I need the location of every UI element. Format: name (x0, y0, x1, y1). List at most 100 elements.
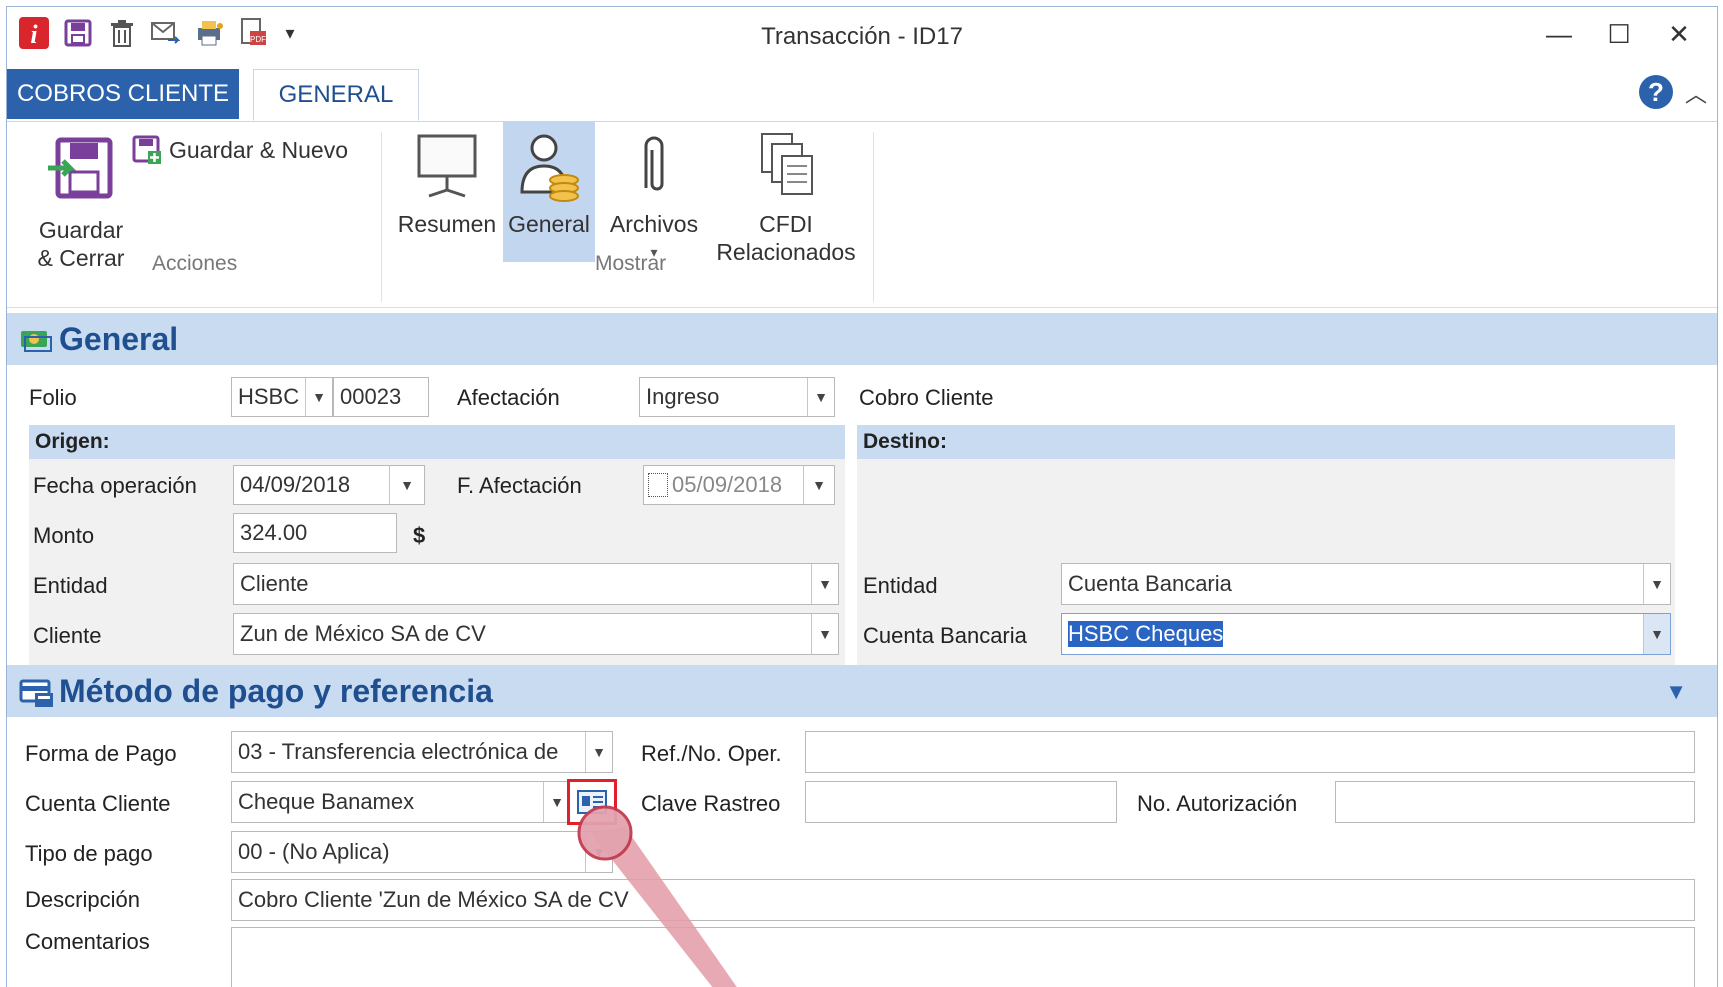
afectacion-select[interactable]: Ingreso ▼ (639, 377, 835, 417)
close-button[interactable]: ✕ (1649, 13, 1709, 55)
title-bar: i PDF ▾ Transacción - ID17 — ☐ ✕ (7, 7, 1717, 63)
origen-entidad-select[interactable]: Cliente ▼ (233, 563, 839, 605)
folio-label: Folio (29, 385, 77, 410)
tab-cobros-cliente[interactable]: COBROS CLIENTE (7, 69, 239, 119)
save-close-label-1: Guardar (38, 217, 124, 243)
collapse-ribbon-icon[interactable]: ︿ (1685, 77, 1707, 109)
documents-icon (761, 133, 813, 195)
origen-entidad-value: Cliente (240, 571, 309, 596)
folio-number-field[interactable]: 00023 (333, 377, 429, 417)
transaction-window: i PDF ▾ Transacción - ID17 — ☐ ✕ COBROS … (6, 6, 1718, 987)
comentarios-label: Comentarios (25, 929, 150, 954)
chevron-down-icon[interactable]: ▼ (305, 378, 332, 416)
monto-label: Monto (33, 523, 95, 548)
resumen-label: Resumen (397, 211, 497, 237)
chevron-down-icon[interactable]: ▼ (811, 614, 838, 654)
folio-number-value: 00023 (340, 384, 402, 409)
cfdi-label-2: Relacionados (716, 239, 856, 265)
monto-value: 324.00 (240, 520, 308, 545)
ref-no-oper-field[interactable] (805, 731, 1695, 773)
general-view-button[interactable]: General (503, 122, 595, 262)
general-section-header[interactable]: General (7, 313, 1717, 365)
chevron-down-icon[interactable]: ▼ (807, 378, 834, 416)
tipo-pago-value: 00 - (No Aplica) (238, 839, 390, 864)
afectacion-value: Ingreso (646, 384, 720, 409)
save-new-button[interactable]: Guardar & Nuevo (131, 132, 371, 168)
paperclip-icon (644, 136, 664, 191)
cuenta-bancaria-value: HSBC Cheques (1068, 621, 1224, 647)
f-afectacion-field[interactable]: 05/09/2018 ▼ (643, 465, 835, 505)
no-autorizacion-label: No. Autorización (1137, 791, 1298, 816)
fecha-operacion-value: 04/09/2018 (240, 472, 351, 497)
f-afectacion-value: 05/09/2018 (672, 472, 783, 497)
chevron-down-icon[interactable]: ▼ (811, 564, 838, 604)
maximize-button[interactable]: ☐ (1589, 13, 1649, 55)
f-afectacion-label: F. Afectación (457, 473, 582, 498)
general-view-label: General (508, 211, 590, 237)
ref-no-oper-label: Ref./No. Oper. (641, 741, 782, 766)
ribbon-tabs: COBROS CLIENTE GENERAL ? ︿ (7, 65, 1717, 122)
comentarios-textarea[interactable] (231, 927, 1695, 987)
cliente-value: Zun de México SA de CV (240, 621, 486, 646)
checkbox-icon[interactable] (648, 473, 668, 497)
cfdi-relacionados-button[interactable]: CFDI Relacionados (711, 126, 861, 265)
ribbon-separator (873, 132, 874, 302)
cliente-select[interactable]: Zun de México SA de CV ▼ (233, 613, 839, 655)
group-mostrar-label: Mostrar (595, 252, 667, 275)
cuenta-cliente-value: Cheque Banamex (238, 789, 415, 814)
click-pointer-indicator (577, 805, 737, 987)
cuenta-bancaria-select[interactable]: HSBC Cheques ▼ (1061, 613, 1671, 655)
forma-pago-label: Forma de Pago (25, 741, 177, 766)
archivos-label: Archivos (609, 211, 699, 237)
descripcion-field[interactable]: Cobro Cliente 'Zun de México SA de CV (231, 879, 1695, 921)
save-new-label: Guardar & Nuevo (169, 137, 348, 163)
cfdi-label-1: CFDI (759, 211, 813, 237)
minimize-button[interactable]: — (1529, 13, 1589, 55)
clave-rastreo-field[interactable] (805, 781, 1117, 823)
destino-header: Destino: (857, 425, 1675, 459)
cuenta-bancaria-label: Cuenta Bancaria (863, 623, 1027, 648)
window-controls: — ☐ ✕ (1529, 13, 1709, 55)
origen-header: Origen: (29, 425, 845, 459)
folio-serie-select[interactable]: HSBC ▼ (231, 377, 333, 417)
chevron-down-icon[interactable]: ▼ (543, 782, 570, 822)
chevron-down-icon[interactable]: ▼ (1643, 564, 1670, 604)
currency-symbol: $ (413, 523, 426, 548)
tipo-pago-label: Tipo de pago (25, 841, 153, 866)
destino-entidad-value: Cuenta Bancaria (1068, 571, 1232, 596)
forma-pago-select[interactable]: 03 - Transferencia electrónica de ▼ (231, 731, 613, 773)
cuenta-cliente-select[interactable]: Cheque Banamex ▼ (231, 781, 571, 823)
save-close-label-2: & Cerrar (37, 245, 125, 271)
tipo-pago-select[interactable]: 00 - (No Aplica) ▼ (231, 831, 613, 873)
ribbon: Guardar & Cerrar Guardar & Nuevo Accione… (7, 122, 1717, 308)
metodo-section-title: Método de pago y referencia (59, 673, 493, 709)
presentation-board-icon (417, 134, 477, 198)
save-close-button[interactable]: Guardar & Cerrar (21, 128, 141, 271)
calendar-dropdown-icon[interactable]: ▼ (389, 466, 424, 504)
chevron-down-icon[interactable]: ▼ (1665, 679, 1687, 705)
group-acciones-label: Acciones (152, 252, 238, 275)
fecha-operacion-field[interactable]: 04/09/2018 ▼ (233, 465, 425, 505)
archivos-button[interactable]: Archivos ▾ (599, 126, 709, 264)
general-section-title: General (59, 321, 179, 357)
descripcion-label: Descripción (25, 887, 140, 912)
calendar-dropdown-icon[interactable]: ▼ (803, 466, 834, 504)
payment-card-icon (19, 679, 53, 707)
tab-general[interactable]: GENERAL (253, 69, 419, 121)
metodo-section-header[interactable]: Método de pago y referencia ▼ (7, 665, 1717, 717)
chevron-down-icon[interactable]: ▼ (585, 732, 612, 772)
monto-field[interactable]: 324.00 (233, 513, 397, 553)
no-autorizacion-field[interactable] (1335, 781, 1695, 823)
help-icon[interactable]: ? (1639, 75, 1673, 109)
save-close-icon (48, 137, 113, 199)
chevron-down-icon[interactable]: ▼ (1643, 614, 1670, 654)
cliente-label: Cliente (33, 623, 102, 648)
fecha-operacion-label: Fecha operación (33, 473, 197, 498)
person-coins-icon (520, 134, 579, 202)
afectacion-label: Afectación (457, 385, 560, 410)
resumen-button[interactable]: Resumen (397, 126, 497, 250)
destino-entidad-select[interactable]: Cuenta Bancaria ▼ (1061, 563, 1671, 605)
folio-serie-value: HSBC (238, 384, 300, 409)
window-title: Transacción - ID17 (761, 23, 963, 50)
cuenta-cliente-label: Cuenta Cliente (25, 791, 171, 816)
